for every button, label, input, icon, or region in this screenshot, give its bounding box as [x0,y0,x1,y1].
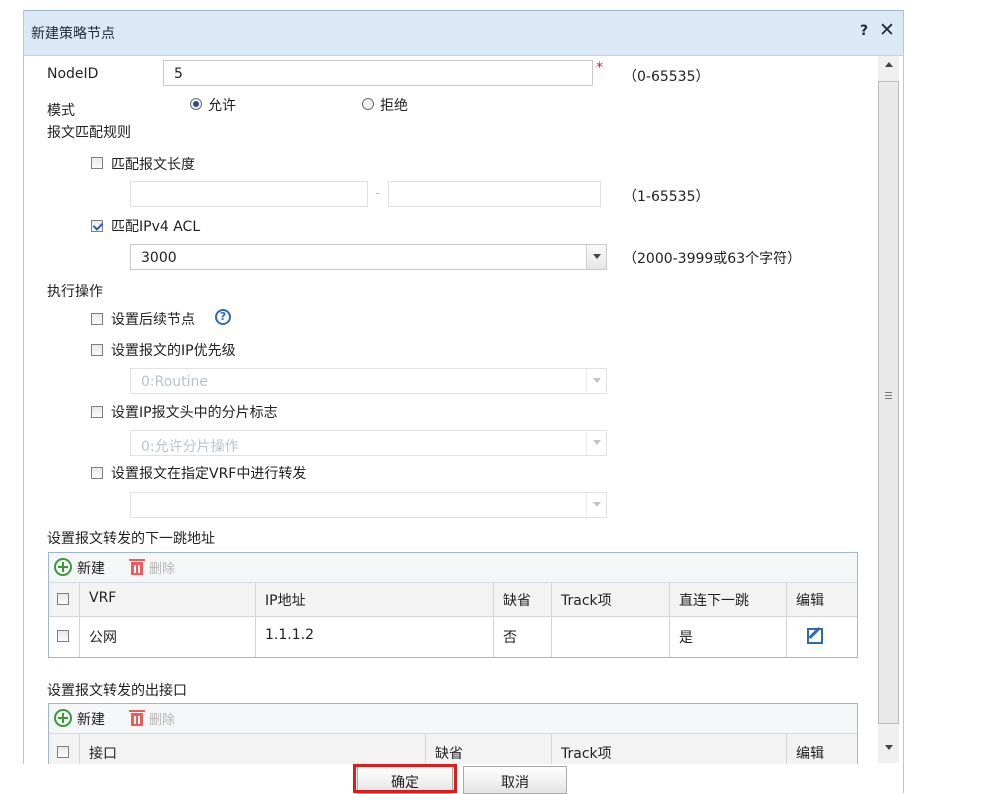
length-min-input[interactable] [130,181,368,207]
vrf-forward-label[interactable]: 设置报文在指定VRF中进行转发 [111,463,306,483]
help-icon[interactable]: ? [860,23,868,39]
column-divider [786,734,787,765]
next-hop-delete-button[interactable]: 删除 [129,558,175,577]
col-edit: 编辑 [796,746,824,762]
fragment-select[interactable]: 0:允许分片操作 [130,430,607,456]
select-all-checkbox[interactable] [57,593,69,605]
next-node-label[interactable]: 设置后续节点 [111,309,195,329]
add-icon [54,558,72,576]
acl-select-value: 3000 [141,250,177,266]
dialog-title: 新建策略节点 [31,26,115,42]
chevron-down-icon[interactable] [586,369,606,393]
vrf-forward-checkbox[interactable] [91,467,103,479]
next-hop-grid: 新建 删除 VRF IP地址 缺省 Track项 直连下一跳 编辑 公网 1.1… [48,552,858,658]
ip-precedence-select[interactable]: 0:Routine [130,368,607,394]
ip-precedence-label[interactable]: 设置报文的IP优先级 [111,340,236,360]
col-track[interactable]: Track项 [561,743,612,763]
mode-deny-radio[interactable] [362,98,374,110]
col-vrf[interactable]: VRF [89,590,116,606]
trash-icon [129,710,145,726]
next-hop-heading: 设置报文转发的下一跳地址 [47,531,215,547]
acl-select[interactable]: 3000 [130,244,607,270]
table-row[interactable]: 公网 1.1.1.2 否 是 [49,617,857,657]
column-divider [425,734,426,765]
scroll-up-icon[interactable] [885,62,893,67]
select-all-checkbox[interactable] [57,746,69,758]
out-interface-add-button[interactable]: 新建 [54,709,105,729]
actions-heading: 执行操作 [47,284,103,300]
grip-icon [885,392,892,393]
length-max-input[interactable] [388,181,601,207]
scrollbar-thumb[interactable] [878,81,899,724]
nodeid-label: NodeID [47,66,99,82]
chevron-down-icon[interactable] [586,431,606,455]
match-length-label[interactable]: 匹配报文长度 [111,154,195,174]
column-divider [79,734,80,765]
ip-precedence-checkbox[interactable] [91,344,103,356]
next-hop-add-button[interactable]: 新建 [54,558,105,578]
col-ip[interactable]: IP地址 [265,590,306,610]
next-hop-header-row: VRF IP地址 缺省 Track项 直连下一跳 编辑 [49,583,857,617]
fragment-label[interactable]: 设置IP报文头中的分片标志 [111,402,278,422]
col-direct[interactable]: 直连下一跳 [679,590,749,610]
match-rules-heading: 报文匹配规则 [47,125,131,141]
length-range-hint: （1-65535） [623,189,710,205]
close-icon[interactable]: ✕ [879,19,895,41]
match-acl-label[interactable]: 匹配IPv4 ACL [111,216,200,236]
dialog-titlebar: 新建策略节点 ? ✕ [24,10,903,56]
fragment-checkbox[interactable] [91,406,103,418]
add-icon [54,709,72,727]
length-separator: - [375,186,380,201]
cell-direct: 是 [679,630,693,646]
out-interface-delete-button[interactable]: 删除 [129,709,175,728]
column-divider [551,734,552,765]
mode-deny-label[interactable]: 拒绝 [380,95,408,115]
fragment-value: 0:允许分片操作 [141,439,239,455]
cell-ip: 1.1.1.2 [265,627,314,643]
edit-icon[interactable] [807,628,823,644]
mode-label: 模式 [47,103,75,119]
cell-vrf: 公网 [89,630,117,646]
out-interface-heading: 设置报文转发的出接口 [47,683,187,699]
required-mark: * [596,60,603,76]
col-default[interactable]: 缺省 [435,743,463,763]
match-acl-checkbox[interactable] [91,220,103,232]
out-interface-grid: 新建 删除 接口 缺省 Track项 编辑 [48,703,858,765]
next-node-checkbox[interactable] [91,313,103,325]
row-checkbox[interactable] [57,630,69,642]
scroll-down-icon[interactable] [885,745,893,750]
ok-highlight-box [353,764,457,793]
col-interface[interactable]: 接口 [89,743,117,763]
acl-range-hint: （2000-3999或63个字符） [623,251,802,267]
cancel-button[interactable]: 取消 [463,766,567,794]
vrf-select[interactable] [130,492,607,518]
ip-precedence-value: 0:Routine [141,374,209,390]
chevron-down-icon[interactable] [586,245,606,269]
mode-allow-label[interactable]: 允许 [208,95,236,115]
trash-icon [129,559,145,575]
col-default[interactable]: 缺省 [503,590,531,610]
match-length-checkbox[interactable] [91,157,103,169]
chevron-down-icon[interactable] [586,493,606,517]
out-interface-toolbar: 新建 删除 [49,704,857,734]
nodeid-input[interactable]: 5 [163,60,593,86]
col-track[interactable]: Track项 [561,590,612,610]
nodeid-range-hint: （0-65535） [623,69,710,85]
next-hop-toolbar: 新建 删除 [49,553,857,583]
out-interface-header-row: 接口 缺省 Track项 编辑 [49,734,857,765]
mode-allow-radio[interactable] [190,98,202,110]
col-edit: 编辑 [796,593,824,609]
cell-default: 否 [503,630,517,646]
help-circle-icon[interactable]: ? [215,309,231,325]
